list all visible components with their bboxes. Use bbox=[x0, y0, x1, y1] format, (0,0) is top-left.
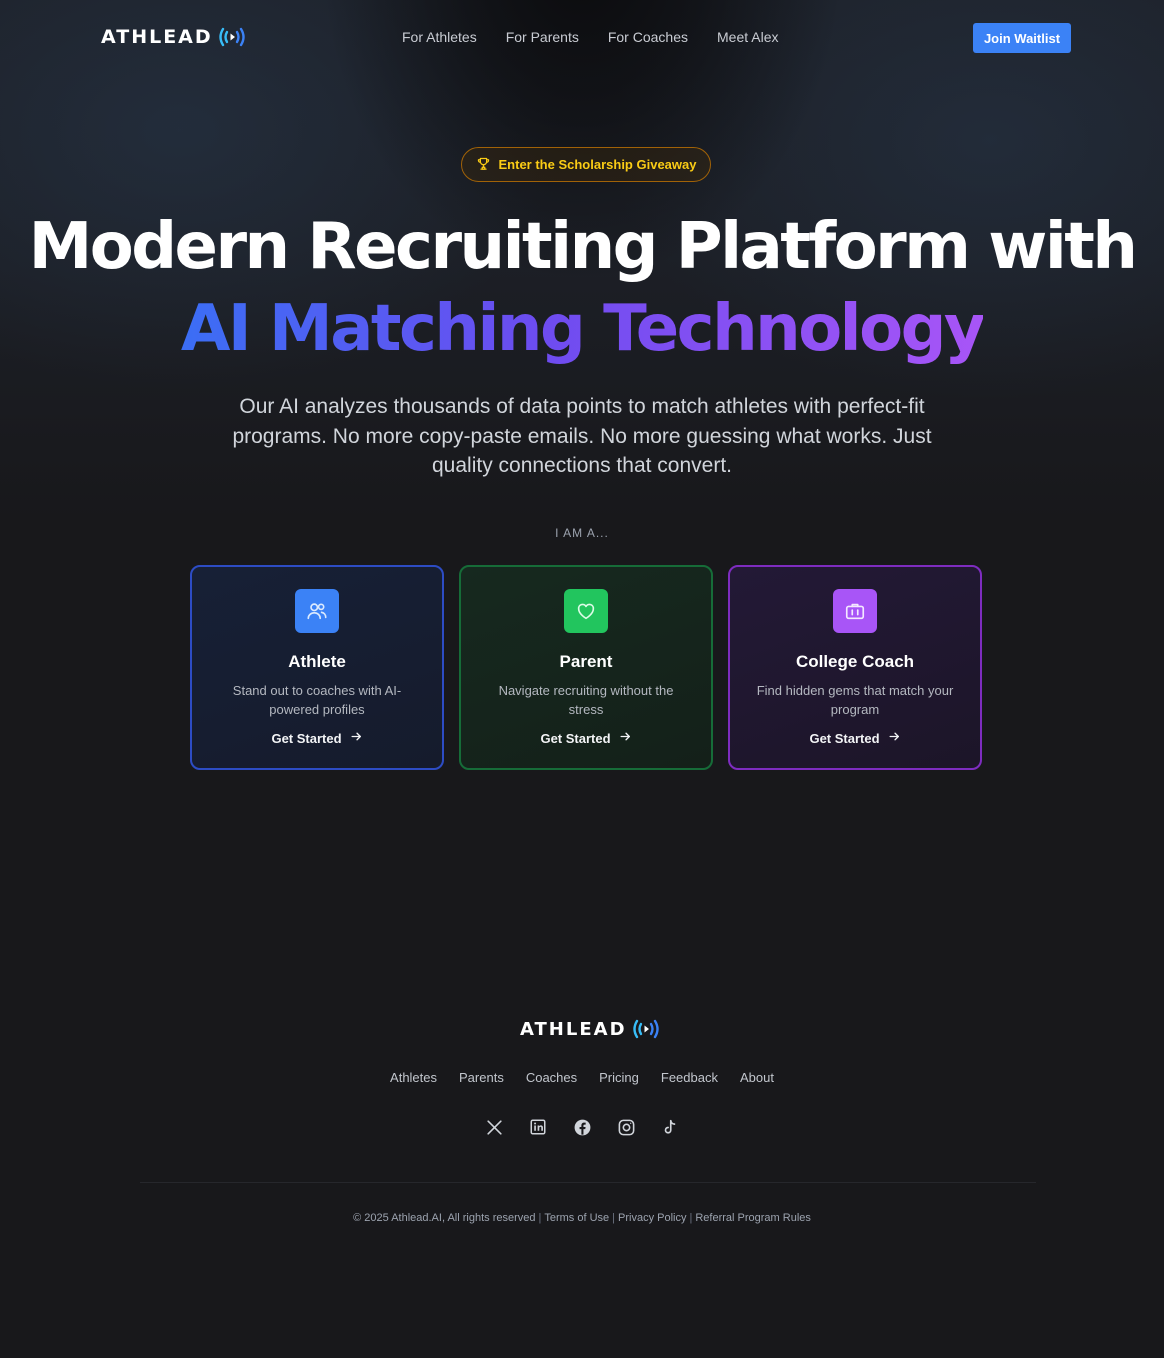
cta-label: Get Started bbox=[271, 730, 342, 746]
role-card-parent[interactable]: Parent Navigate recruiting without the s… bbox=[459, 565, 713, 770]
scholarship-giveaway-badge[interactable]: Enter the Scholarship Giveaway bbox=[461, 147, 711, 182]
privacy-policy-link[interactable]: Privacy Policy bbox=[618, 1212, 686, 1224]
hero-subtext: Our AI analyzes thousands of data points… bbox=[232, 395, 932, 477]
arrow-right-icon bbox=[888, 730, 901, 746]
footer-link-about[interactable]: About bbox=[740, 1070, 774, 1085]
logo-wordmark: ATHLEAD bbox=[520, 1018, 627, 1040]
facebook-icon[interactable] bbox=[572, 1116, 592, 1138]
hero-headline: Modern Recruiting Platform with AI Match… bbox=[0, 206, 1164, 370]
copyright-text: © 2025 Athlead.AI, All rights reserved bbox=[353, 1212, 536, 1225]
card-description: Find hidden gems that match your program bbox=[756, 683, 954, 717]
footer-link-pricing[interactable]: Pricing bbox=[599, 1070, 639, 1085]
join-waitlist-button[interactable]: Join Waitlist bbox=[973, 23, 1071, 53]
social-links bbox=[0, 1116, 1164, 1138]
get-started-link[interactable]: Get Started bbox=[192, 730, 442, 746]
role-card-college-coach[interactable]: College Coach Find hidden gems that matc… bbox=[728, 565, 982, 770]
footer-links: Athletes Parents Coaches Pricing Feedbac… bbox=[0, 1070, 1164, 1085]
top-navigation: ATHLEAD For Athletes For Parents For Coa… bbox=[0, 0, 1164, 76]
heart-icon bbox=[564, 589, 608, 633]
terms-of-use-link[interactable]: Terms of Use bbox=[544, 1212, 609, 1224]
separator: | bbox=[538, 1212, 542, 1225]
card-title: Athlete bbox=[288, 652, 346, 671]
get-started-link[interactable]: Get Started bbox=[461, 730, 711, 746]
instagram-icon[interactable] bbox=[616, 1116, 636, 1138]
broadcast-icon bbox=[631, 1018, 661, 1040]
badge-label: Enter the Scholarship Giveaway bbox=[498, 157, 697, 172]
headline-line-1: Modern Recruiting Platform with bbox=[28, 210, 1138, 284]
card-title: College Coach bbox=[795, 652, 915, 671]
trophy-icon bbox=[476, 156, 491, 174]
footer-link-athletes[interactable]: Athletes bbox=[390, 1070, 437, 1085]
cta-label: Get Started bbox=[540, 730, 611, 746]
nav-link-athletes[interactable]: For Athletes bbox=[402, 29, 477, 45]
footer-link-coaches[interactable]: Coaches bbox=[526, 1070, 577, 1085]
tiktok-icon[interactable] bbox=[660, 1116, 680, 1138]
separator: | bbox=[612, 1212, 616, 1225]
briefcase-icon bbox=[833, 589, 877, 633]
linkedin-icon[interactable] bbox=[528, 1116, 548, 1138]
legal-bar: © 2025 Athlead.AI, All rights reserved | T… bbox=[0, 1212, 1164, 1224]
broadcast-icon bbox=[217, 26, 247, 48]
card-description: Navigate recruiting without the stress bbox=[498, 683, 674, 717]
get-started-link[interactable]: Get Started bbox=[730, 730, 980, 746]
card-title: Parent bbox=[559, 652, 613, 671]
card-description: Stand out to coaches with AI-powered pro… bbox=[232, 683, 402, 717]
nav-link-meet-alex[interactable]: Meet Alex bbox=[717, 29, 778, 45]
nav-links: For Athletes For Parents For Coaches Mee… bbox=[402, 29, 778, 45]
footer-link-parents[interactable]: Parents bbox=[459, 1070, 504, 1085]
cta-label: Get Started bbox=[809, 730, 880, 746]
x-icon[interactable] bbox=[484, 1116, 504, 1138]
referral-program-rules-link[interactable]: Referral Program Rules bbox=[695, 1212, 811, 1224]
users-icon bbox=[295, 589, 339, 633]
nav-link-coaches[interactable]: For Coaches bbox=[608, 29, 688, 45]
logo-wordmark: ATHLEAD bbox=[101, 26, 213, 48]
footer-link-feedback[interactable]: Feedback bbox=[661, 1070, 718, 1085]
header-logo[interactable]: ATHLEAD bbox=[101, 26, 247, 48]
footer-logo[interactable]: ATHLEAD bbox=[520, 1018, 661, 1040]
arrow-right-icon bbox=[350, 730, 363, 746]
nav-link-parents[interactable]: For Parents bbox=[506, 29, 579, 45]
role-selector-label: I AM A... bbox=[555, 526, 609, 540]
arrow-right-icon bbox=[619, 730, 632, 746]
role-card-athlete[interactable]: Athlete Stand out to coaches with AI-pow… bbox=[190, 565, 444, 770]
headline-line-2: AI Matching Technology bbox=[181, 288, 986, 370]
separator: | bbox=[689, 1212, 693, 1225]
footer-divider bbox=[140, 1182, 1036, 1183]
